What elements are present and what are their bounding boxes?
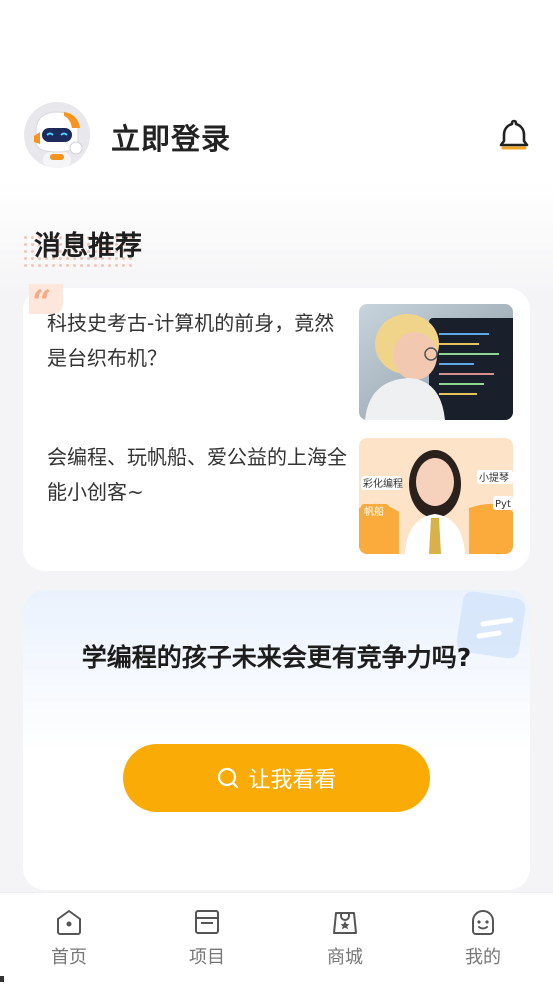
section-title: 消息推荐 <box>34 231 142 262</box>
news-section-header: 消息推荐 <box>22 222 222 272</box>
bell-icon <box>499 119 529 150</box>
profile-icon <box>472 910 494 935</box>
tab-label: 项目 <box>189 947 225 968</box>
project-icon <box>195 910 219 934</box>
header: 立即登录 <box>0 100 553 170</box>
shop-icon <box>333 912 357 934</box>
tab-label: 首页 <box>51 947 87 968</box>
login-link[interactable]: 立即登录 <box>111 116 231 158</box>
corner-mark <box>0 976 4 982</box>
tab-label: 商城 <box>327 947 363 968</box>
tab-project[interactable]: 项目 <box>167 907 247 977</box>
search-icon <box>218 767 239 789</box>
thumb-tag: Pyt <box>495 499 511 510</box>
see-more-button[interactable]: 让我看看 <box>123 744 430 812</box>
thumb-tag: 小提琴 <box>479 472 509 484</box>
notification-button[interactable] <box>496 117 532 153</box>
promo-title: 学编程的孩子未来会更有竞争力吗? <box>81 643 472 672</box>
user-avatar[interactable] <box>24 102 90 168</box>
news-thumbnail-girl: 彩化编程 帆船 小提琴 Pyt <box>359 438 513 554</box>
news-item-title: 会编程、玩帆船、爱公益的上海全能小创客~ <box>47 445 347 504</box>
robot-avatar-icon <box>24 102 90 168</box>
see-more-label: 让我看看 <box>248 768 337 793</box>
tab-shop[interactable]: 商城 <box>305 907 385 977</box>
thumb-tag: 彩化编程 <box>363 477 403 490</box>
news-card: “ 科技史考古-计算机的前身，竟然是台织布机？ 会编程、玩帆船、爱公益的上海全能… <box>23 284 530 571</box>
news-item[interactable]: 会编程、玩帆船、爱公益的上海全能小创客~ 彩化编程 帆船 小提琴 Pyt <box>23 422 530 554</box>
tab-label: 我的 <box>465 947 501 968</box>
news-item-title: 科技史考古-计算机的前身，竟然是台织布机？ <box>47 311 335 370</box>
news-item[interactable]: 科技史考古-计算机的前身，竟然是台织布机？ <box>23 288 530 420</box>
home-icon <box>57 910 81 935</box>
news-thumbnail-boy <box>359 304 513 420</box>
thumb-tag: 帆船 <box>364 505 384 518</box>
bottom-tab-bar: 首页 项目 商城 我的 <box>0 892 553 984</box>
promo-card: 学编程的孩子未来会更有竞争力吗? 让我看看 <box>23 590 530 890</box>
tab-home[interactable]: 首页 <box>29 907 109 977</box>
tab-profile[interactable]: 我的 <box>443 907 523 977</box>
